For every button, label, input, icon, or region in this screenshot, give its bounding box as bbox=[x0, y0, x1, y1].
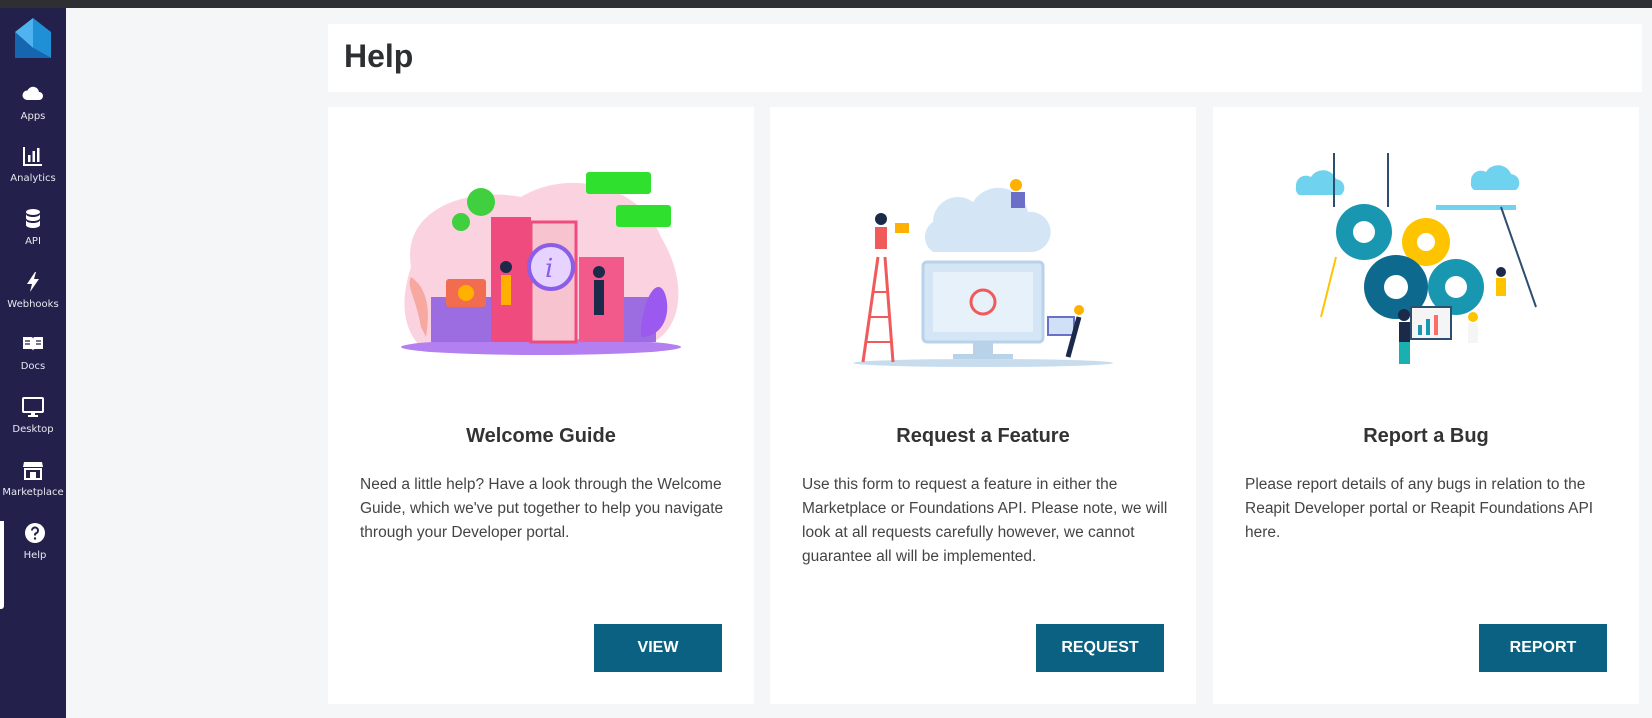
page-header: Help bbox=[328, 24, 1642, 92]
sidebar: Apps Analytics API Webhooks Docs Desktop… bbox=[0, 8, 66, 718]
store-icon bbox=[23, 462, 43, 480]
view-button[interactable]: VIEW bbox=[594, 624, 722, 672]
svg-text:i: i bbox=[545, 254, 553, 284]
help-card-request-feature: Request a Feature Use this form to reque… bbox=[770, 107, 1196, 704]
sidebar-item-label: Marketplace bbox=[2, 487, 64, 498]
card-title: Request a Feature bbox=[896, 425, 1070, 447]
card-description: Use this form to request a feature in ei… bbox=[802, 476, 1168, 565]
card-description: Need a little help? Have a look through … bbox=[360, 476, 724, 541]
sidebar-item-analytics[interactable]: Analytics bbox=[0, 144, 66, 204]
help-card-report-bug: Report a Bug Please report details of an… bbox=[1213, 107, 1639, 704]
report-button[interactable]: REPORT bbox=[1479, 624, 1607, 672]
logo-icon[interactable] bbox=[15, 18, 51, 58]
sidebar-item-label: Desktop bbox=[12, 424, 54, 435]
sidebar-item-label: API bbox=[25, 236, 41, 247]
card-title: Report a Bug bbox=[1363, 425, 1489, 447]
report-bug-illustration bbox=[1295, 153, 1537, 364]
sidebar-item-help[interactable]: Help bbox=[0, 521, 66, 581]
sidebar-item-label: Webhooks bbox=[7, 299, 59, 310]
book-icon bbox=[23, 337, 43, 351]
sidebar-item-label: Help bbox=[23, 550, 47, 561]
cloud-icon bbox=[22, 86, 43, 100]
sidebar-item-label: Analytics bbox=[10, 173, 56, 184]
database-icon bbox=[26, 209, 40, 228]
lightning-icon bbox=[27, 272, 39, 292]
help-card-welcome-guide: i Welcome Guide Need a little help? Have… bbox=[328, 107, 754, 704]
sidebar-item-desktop[interactable]: Desktop bbox=[0, 395, 66, 455]
request-button[interactable]: REQUEST bbox=[1036, 624, 1164, 672]
welcome-guide-illustration: i bbox=[401, 172, 681, 355]
sidebar-item-api[interactable]: API bbox=[0, 207, 66, 267]
monitor-icon bbox=[22, 397, 44, 417]
question-icon bbox=[25, 523, 45, 543]
sidebar-item-webhooks[interactable]: Webhooks bbox=[0, 270, 66, 330]
window-top-bar bbox=[0, 0, 1652, 8]
card-title: Welcome Guide bbox=[466, 425, 616, 447]
active-indicator bbox=[0, 545, 4, 609]
sidebar-item-label: Apps bbox=[20, 111, 46, 122]
sidebar-item-label: Docs bbox=[20, 361, 46, 372]
sidebar-item-marketplace[interactable]: Marketplace bbox=[0, 458, 66, 518]
bar-chart-icon bbox=[23, 147, 42, 166]
sidebar-item-apps[interactable]: Apps bbox=[0, 82, 66, 142]
card-description: Please report details of any bugs in rel… bbox=[1245, 476, 1594, 541]
sidebar-item-docs[interactable]: Docs bbox=[0, 332, 66, 392]
page-title: Help bbox=[344, 38, 414, 74]
request-feature-illustration bbox=[853, 179, 1113, 367]
